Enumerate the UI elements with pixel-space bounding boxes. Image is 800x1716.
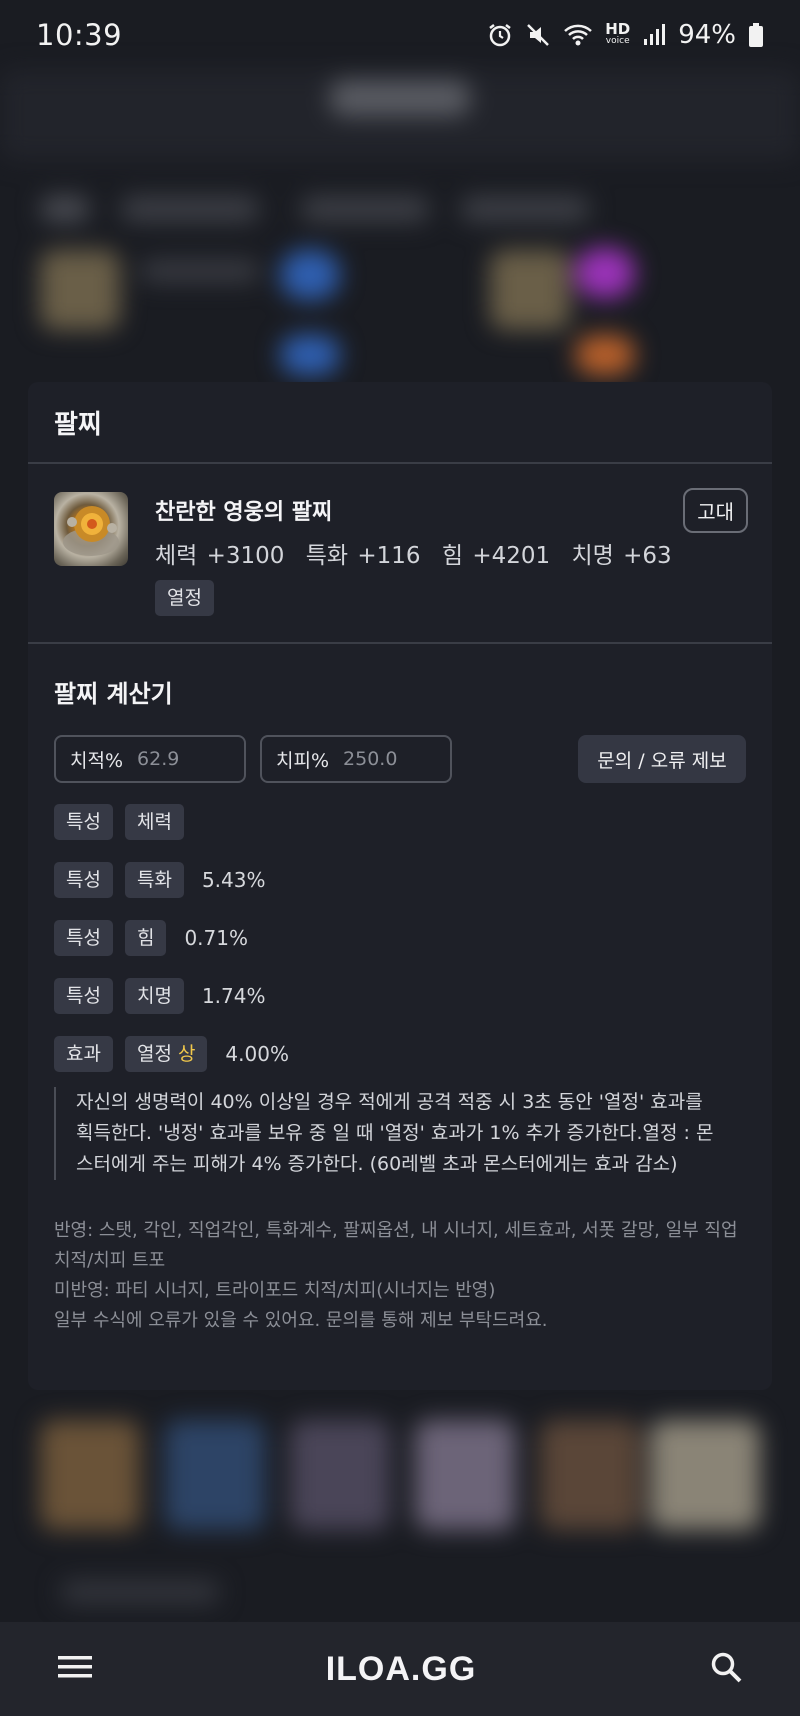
crit-damage-input[interactable]: 치피% 250.0 xyxy=(260,735,452,783)
modal-header: 팔찌 xyxy=(28,382,772,464)
item-name: 찬란한 영웅의 팔찌 xyxy=(155,500,333,525)
crit-rate-label: 치적% xyxy=(70,749,124,772)
site-logo[interactable]: ILOA.GG xyxy=(326,1650,477,1689)
mute-icon xyxy=(525,22,551,48)
bracelet-modal: 팔찌 찬란한 영웅의 팔찌 체력 +3100 특화 +116 힘 +4201 치… xyxy=(28,382,772,1390)
battery-icon xyxy=(748,22,764,48)
effect-description: 자신의 생명력이 40% 이상일 경우 적에게 공격 적중 시 3초 동안 '열… xyxy=(54,1087,724,1180)
signal-icon xyxy=(642,23,666,47)
row-kind-tag: 특성 xyxy=(54,804,113,840)
menu-icon[interactable] xyxy=(58,1654,92,1684)
stat-value: 치명 +63 xyxy=(571,543,672,569)
bracelet-item-icon xyxy=(54,492,128,566)
status-time: 10:39 xyxy=(36,18,123,52)
row-value: 0.71% xyxy=(184,926,248,950)
wifi-icon xyxy=(563,22,593,48)
status-icons: HD voice 94% xyxy=(487,20,764,50)
row-stat-tag: 특화 xyxy=(124,862,184,898)
row-stat-tag: 힘 xyxy=(124,920,167,956)
stat-value: 특화 +116 xyxy=(305,543,421,569)
item-summary: 찬란한 영웅의 팔찌 체력 +3100 특화 +116 힘 +4201 치명 +… xyxy=(28,464,772,644)
effect-row: 효과 열정 상 4.00% xyxy=(54,1035,746,1073)
row-kind-tag: 특성 xyxy=(54,920,113,956)
note-line: 미반영: 파티 시너지, 트라이포드 치적/치피(시너지는 반영) xyxy=(54,1280,496,1301)
status-bar: 10:39 HD voice 94% xyxy=(0,0,800,70)
row-stat-tag: 체력 xyxy=(124,804,184,840)
hd-voice-icon: HD voice xyxy=(605,20,631,47)
item-stats: 체력 +3100 특화 +116 힘 +4201 치명 +63 xyxy=(155,536,684,570)
effect-grade: 상 xyxy=(177,1043,196,1065)
note-line: 반영: 스탯, 각인, 직업각인, 특화계수, 팔찌옵션, 내 시너지, 세트효… xyxy=(54,1220,738,1271)
effect-name-tag: 열정 상 xyxy=(124,1036,208,1072)
report-button[interactable]: 문의 / 오류 제보 xyxy=(578,735,746,783)
crit-rate-value[interactable]: 62.9 xyxy=(137,748,179,770)
row-kind-tag: 특성 xyxy=(54,862,113,898)
search-icon[interactable] xyxy=(710,1651,742,1687)
calculator-title: 팔찌 계산기 xyxy=(54,680,173,708)
bottom-nav: ILOA.GG xyxy=(0,1622,800,1716)
stat-row: 특성 특화 5.43% xyxy=(54,861,746,899)
alarm-icon xyxy=(487,22,513,48)
crit-damage-value[interactable]: 250.0 xyxy=(343,748,397,770)
stat-value: 힘 +4201 xyxy=(441,543,551,569)
stat-row: 특성 체력 xyxy=(54,803,746,841)
stat-row: 특성 힘 0.71% xyxy=(54,919,746,957)
row-value: 5.43% xyxy=(201,868,266,892)
item-effect-tag: 열정 xyxy=(155,580,214,616)
crit-rate-input[interactable]: 치적% 62.9 xyxy=(54,735,246,783)
effect-name: 열정 xyxy=(136,1043,172,1065)
row-kind-tag: 효과 xyxy=(54,1036,113,1072)
calculator-inputs: 치적% 62.9 치피% 250.0 문의 / 오류 제보 xyxy=(54,735,746,783)
stat-row: 특성 치명 1.74% xyxy=(54,977,746,1015)
stat-value: 체력 +3100 xyxy=(155,543,285,569)
note-line: 일부 수식에 오류가 있을 수 있어요. 문의를 통해 제보 부탁드려요. xyxy=(54,1310,548,1331)
calculator-notes: 반영: 스탯, 각인, 직업각인, 특화계수, 팔찌옵션, 내 시너지, 세트효… xyxy=(54,1216,744,1336)
modal-title: 팔찌 xyxy=(54,409,102,440)
item-grade-badge: 고대 xyxy=(683,488,748,533)
row-kind-tag: 특성 xyxy=(54,978,113,1014)
row-value: 1.74% xyxy=(201,984,266,1008)
bracelet-calculator: 팔찌 계산기 치적% 62.9 치피% 250.0 문의 / 오류 제보 특성 … xyxy=(28,644,772,1336)
crit-damage-label: 치피% xyxy=(276,749,330,772)
row-value: 4.00% xyxy=(225,1042,289,1066)
row-stat-tag: 치명 xyxy=(124,978,184,1014)
battery-level: 94% xyxy=(678,20,736,50)
